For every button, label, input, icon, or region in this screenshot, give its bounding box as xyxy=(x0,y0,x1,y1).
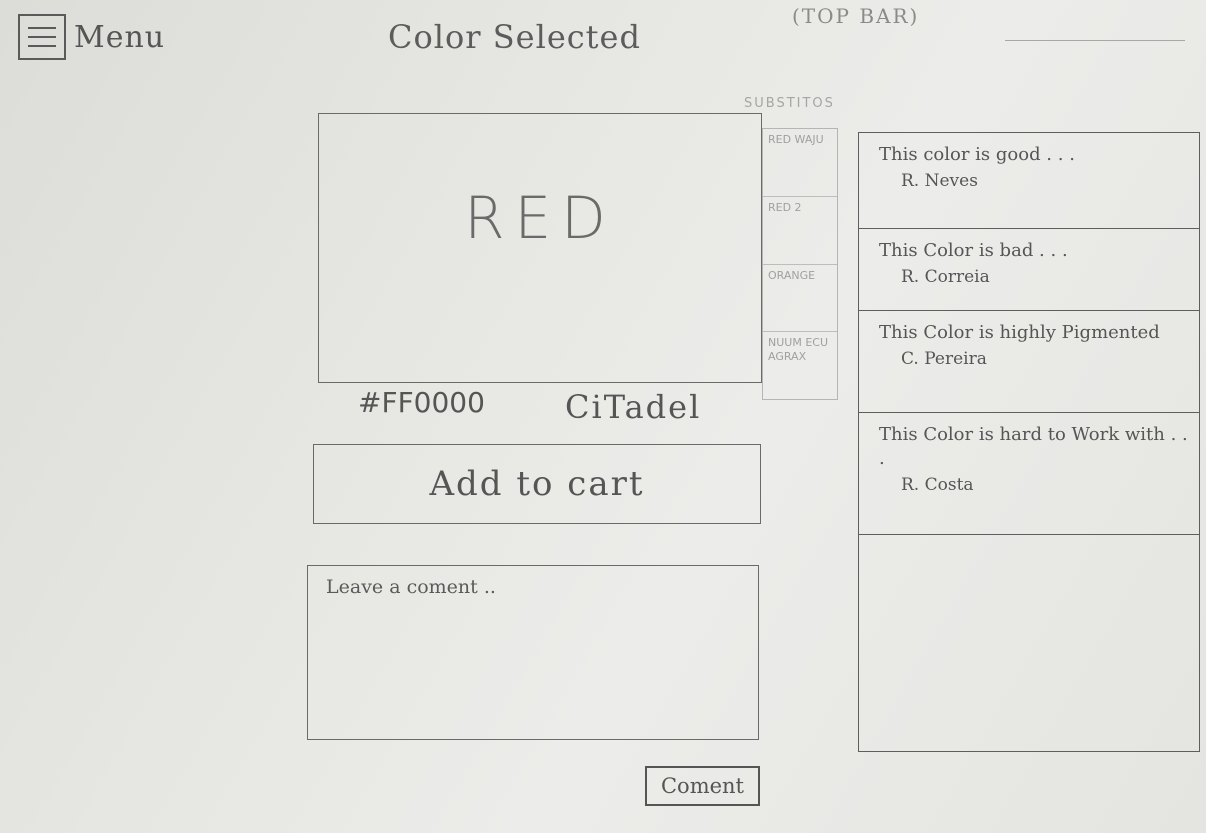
comment-author: R. Costa xyxy=(901,475,974,495)
comment-item: This Color is highly Pigmented C. Pereir… xyxy=(859,311,1199,413)
page-title: Color Selected xyxy=(388,18,641,56)
substitutes-title: SUBSTITOS xyxy=(744,96,835,111)
topbar-annotation: (TOP BAR) xyxy=(792,4,920,28)
menu-label: Menu xyxy=(74,19,166,55)
add-to-cart-button[interactable]: Add to cart xyxy=(313,444,761,524)
comments-empty-area xyxy=(859,535,1199,751)
comments-list: This color is good . . . R. Neves This C… xyxy=(858,132,1200,752)
swatch-hex-code: #FF0000 xyxy=(358,386,485,419)
hamburger-menu-icon[interactable] xyxy=(18,14,66,60)
comment-item: This Color is bad . . . R. Correia xyxy=(859,229,1199,311)
menu-button[interactable]: Menu xyxy=(18,14,165,60)
substitutes-list: RED WAJU RED 2 ORANGE NUUM ECU AGRAX xyxy=(762,128,838,400)
comment-item: This Color is hard to Work with . . . R.… xyxy=(859,413,1199,535)
substitute-item[interactable]: RED WAJU xyxy=(763,129,837,197)
substitute-item[interactable]: NUUM ECU AGRAX xyxy=(763,332,837,399)
comment-text: This Color is hard to Work with . . . xyxy=(879,424,1188,469)
substitute-item[interactable]: RED 2 xyxy=(763,197,837,265)
comment-author: R. Neves xyxy=(901,171,978,191)
comment-input[interactable]: Leave a coment .. xyxy=(307,565,759,740)
comment-text: This Color is bad . . . xyxy=(879,240,1068,261)
comment-author: C. Pereira xyxy=(901,349,987,369)
comment-submit-button[interactable]: Coment xyxy=(645,766,760,806)
comment-author: R. Correia xyxy=(901,267,990,287)
substitute-item[interactable]: ORANGE xyxy=(763,265,837,333)
comment-item: This color is good . . . R. Neves xyxy=(859,133,1199,229)
comment-text: This Color is highly Pigmented xyxy=(879,322,1160,343)
color-swatch: RED xyxy=(318,113,762,383)
comment-text: This color is good . . . xyxy=(879,144,1075,165)
topbar-divider xyxy=(1005,40,1185,41)
swatch-color-name: RED xyxy=(464,184,616,252)
swatch-brand: CiTadel xyxy=(565,388,702,426)
